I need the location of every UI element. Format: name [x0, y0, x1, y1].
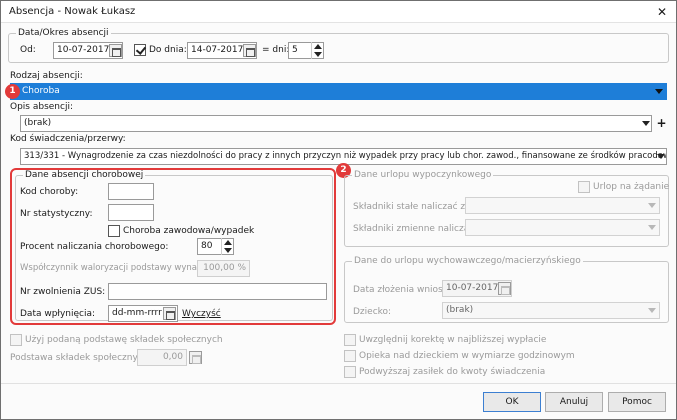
spin-down-icon[interactable] — [314, 52, 322, 57]
spin-up-icon[interactable] — [224, 240, 232, 245]
calendar-icon[interactable] — [109, 44, 122, 57]
childcare-checkbox[interactable] — [344, 350, 356, 362]
percent-spinner[interactable] — [221, 238, 233, 255]
childcare-label: Opieka nad dzieckiem w wymiarze godzinow… — [359, 351, 575, 361]
calendar-icon[interactable] — [498, 282, 511, 295]
on-demand-checkbox[interactable] — [578, 181, 590, 193]
chevron-down-icon[interactable] — [655, 89, 663, 94]
on-demand-label: Urlop na żądanie — [593, 182, 670, 192]
to-date-checkbox[interactable] — [134, 44, 146, 56]
absence-type-value: Choroba — [22, 86, 60, 96]
absence-desc-select[interactable]: (brak) — [20, 115, 652, 132]
zus-number-label: Nr zwolnienia ZUS: — [20, 287, 106, 297]
stat-number-label: Nr statystyczny: — [20, 209, 93, 219]
percent-label: Procent naliczania chorobowego: — [20, 242, 169, 252]
days-label: = dni: — [262, 45, 290, 55]
absence-desc-value: (brak) — [24, 118, 52, 128]
social-base-field: 0,00 — [137, 349, 187, 366]
disease-code-label: Kod choroby: — [20, 187, 79, 197]
window-title: Absencja - Nowak Łukasz — [9, 6, 136, 17]
help-button[interactable]: Pomoc — [608, 392, 666, 412]
calculator-icon[interactable] — [189, 351, 202, 364]
close-icon[interactable]: ✕ — [654, 4, 670, 20]
raise-benefit-checkbox[interactable] — [344, 366, 356, 378]
chevron-down-icon[interactable] — [648, 203, 656, 208]
chevron-down-icon[interactable] — [657, 154, 665, 159]
absence-type-label: Rodzaj absencji: — [10, 71, 83, 81]
sick-group-legend: Dane absencji chorobowej — [23, 170, 146, 180]
add-icon[interactable]: + — [655, 116, 668, 131]
to-date-label: Do dnia: — [149, 45, 187, 55]
from-label: Od: — [20, 45, 36, 55]
child-label: Dziecko: — [353, 307, 392, 317]
social-base-label: Podstawa składek społecznych: — [10, 353, 152, 363]
disease-code-field[interactable] — [108, 183, 154, 200]
chevron-down-icon[interactable] — [648, 308, 656, 313]
occupational-checkbox[interactable] — [108, 225, 120, 237]
absence-type-select[interactable]: Choroba — [10, 83, 667, 100]
title-bar: Absencja - Nowak Łukasz ✕ — [1, 1, 676, 23]
occupational-label: Choroba zawodowa/wypadek — [123, 226, 255, 236]
cancel-button[interactable]: Anuluj — [545, 392, 603, 412]
dialog-window: Absencja - Nowak Łukasz ✕ Data/Okres abs… — [0, 0, 677, 420]
annotation-badge-1: 1 — [5, 84, 20, 99]
use-base-label: Użyj podaną podstawę składek społecznych — [25, 335, 223, 345]
spin-down-icon[interactable] — [224, 248, 232, 253]
fixed-components-select[interactable] — [465, 197, 660, 214]
ok-button[interactable]: OK — [483, 392, 541, 412]
spin-up-icon[interactable] — [314, 44, 322, 49]
calendar-icon[interactable] — [163, 307, 176, 320]
clear-date-link[interactable]: Wyczyść — [182, 309, 221, 319]
variable-components-select[interactable] — [465, 219, 660, 236]
absence-desc-label: Opis absencji: — [10, 102, 73, 112]
receipt-date-label: Data wpłynięcia: — [20, 309, 96, 319]
date-range-legend: Data/Okres absencji — [16, 28, 111, 38]
benefit-code-label: Kod świadczenia/przerwy: — [10, 134, 126, 144]
footer-divider — [1, 383, 676, 384]
stat-number-field[interactable] — [108, 204, 154, 221]
parental-group-legend: Dane do urlopu wychowawczego/macierzyńsk… — [352, 256, 583, 266]
child-value: (brak) — [446, 305, 474, 315]
benefit-code-value: 313/331 - Wynagrodzenie za czas niezdoln… — [24, 151, 666, 161]
application-date-label: Data złożenia wniosku: — [353, 285, 457, 295]
chevron-down-icon[interactable] — [642, 121, 650, 126]
fixed-components-label: Składniki stałe naliczać z: — [353, 202, 469, 212]
zus-number-field[interactable] — [108, 283, 327, 300]
calendar-icon[interactable] — [243, 44, 256, 57]
valorization-field: 100,00 % — [197, 260, 250, 277]
use-base-checkbox[interactable] — [10, 334, 22, 346]
correction-checkbox[interactable] — [344, 334, 356, 346]
child-select[interactable]: (brak) — [442, 302, 660, 319]
correction-label: Uwzględnij korektę w najbliższej wypłaci… — [359, 335, 547, 345]
raise-benefit-label: Podwyższaj zasiłek do kwoty świadczenia — [359, 367, 546, 377]
vacation-group-legend: Dane urlopu wypoczynkowego — [352, 170, 494, 180]
chevron-down-icon[interactable] — [648, 225, 656, 230]
days-spinner[interactable] — [311, 42, 323, 59]
